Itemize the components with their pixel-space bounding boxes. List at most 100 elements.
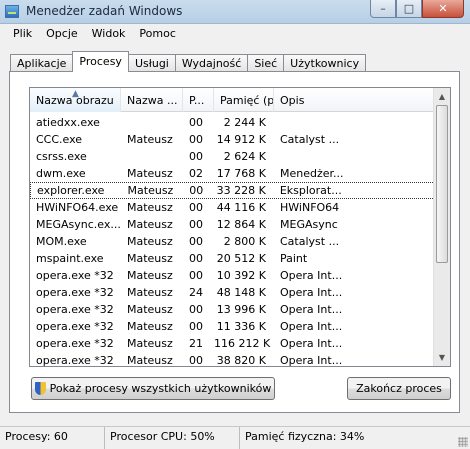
- scroll-down-icon[interactable]: ▼: [434, 349, 450, 366]
- scroll-up-icon[interactable]: ▲: [434, 88, 450, 105]
- table-row[interactable]: csrss.exe 00 2 624 K: [30, 148, 435, 165]
- cell-memory: 12 864 K: [216, 218, 266, 231]
- tab-strip: Aplikacje Procesy Usługi Wydajność Sieć …: [10, 51, 367, 72]
- cell-image: dwm.exe: [36, 167, 86, 180]
- cell-description: Opera Int...: [280, 269, 343, 282]
- cell-user: Mateusz: [127, 269, 173, 282]
- cell-description: Opera Int...: [280, 354, 343, 367]
- cell-cpu: 00: [189, 133, 203, 146]
- cell-description: MEGAsync: [280, 218, 338, 231]
- cell-description: Paint: [280, 252, 308, 265]
- cell-image: opera.exe *32: [36, 354, 114, 367]
- cell-description: Opera Int...: [280, 320, 343, 333]
- show-all-processes-button[interactable]: Pokaż procesy wszystkich użytkowników: [31, 377, 275, 400]
- cell-user: Mateusz: [127, 286, 173, 299]
- cell-user: Mateusz: [127, 235, 173, 248]
- cell-cpu: 00: [189, 218, 203, 231]
- table-row-selected[interactable]: explorer.exe Mateusz 00 33 228 K Eksplor…: [30, 182, 435, 199]
- cell-description: Opera Int...: [280, 337, 343, 350]
- cell-image: MEGAsync.ex...: [36, 218, 121, 231]
- cell-cpu: 00: [189, 320, 203, 333]
- tab-network[interactable]: Sieć: [247, 54, 285, 72]
- table-row[interactable]: CCC.exe Mateusz 00 14 912 K Catalyst ...: [30, 131, 435, 148]
- cell-memory: 20 512 K: [216, 252, 266, 265]
- sort-ascending-icon: ▲: [72, 89, 79, 99]
- table-row[interactable]: opera.exe *32 Mateusz 00 38 820 K Opera …: [30, 352, 435, 367]
- cell-cpu: 02: [189, 167, 203, 180]
- table-row[interactable]: MOM.exe Mateusz 00 2 800 K Catalyst ...: [30, 233, 435, 250]
- cell-memory: 48 148 K: [216, 286, 266, 299]
- table-row[interactable]: opera.exe *32 Mateusz 00 13 996 K Opera …: [30, 301, 435, 318]
- table-row[interactable]: mspaint.exe Mateusz 00 20 512 K Paint: [30, 250, 435, 267]
- column-user-name[interactable]: Nazwa ...: [121, 88, 183, 112]
- table-row[interactable]: MEGAsync.ex... Mateusz 00 12 864 K MEGAs…: [30, 216, 435, 233]
- cell-cpu: 00: [189, 252, 203, 265]
- cell-cpu: 00: [189, 269, 203, 282]
- table-row[interactable]: opera.exe *32 Mateusz 00 11 336 K Opera …: [30, 318, 435, 335]
- process-rows: atiedxx.exe 00 2 244 K CCC.exe Mateusz 0…: [30, 114, 435, 367]
- status-memory: Pamięć fizyczna: 34%: [245, 430, 365, 443]
- tab-services[interactable]: Usługi: [127, 54, 176, 72]
- cell-description: Menedżer...: [280, 167, 344, 180]
- cell-description: Opera Int...: [280, 286, 343, 299]
- close-button[interactable]: ✕: [422, 0, 464, 18]
- cell-cpu: 21: [189, 337, 203, 350]
- cell-cpu: 00: [189, 235, 203, 248]
- cell-description: Catalyst ...: [280, 235, 340, 248]
- cell-image: csrss.exe: [36, 150, 87, 163]
- task-manager-icon: [5, 5, 19, 18]
- cell-user: Mateusz: [127, 133, 173, 146]
- tab-users[interactable]: Użytkownicy: [283, 54, 367, 72]
- cell-cpu: 00: [189, 354, 203, 367]
- cell-memory: 38 820 K: [216, 354, 266, 367]
- status-processes: Procesy: 60: [0, 427, 105, 449]
- cell-memory: 2 624 K: [223, 150, 266, 163]
- table-row[interactable]: HWiNFO64.exe Mateusz 00 44 116 K HWiNFO6…: [30, 199, 435, 216]
- cell-cpu: 00: [189, 116, 203, 129]
- cell-user: Mateusz: [127, 184, 174, 197]
- menu-bar: Plik Opcje Widok Pomoc: [0, 24, 470, 44]
- table-row[interactable]: dwm.exe Mateusz 02 17 768 K Menedżer...: [30, 165, 435, 182]
- cell-user: Mateusz: [127, 218, 173, 231]
- table-row[interactable]: opera.exe *32 Mateusz 24 48 148 K Opera …: [30, 284, 435, 301]
- process-list[interactable]: ▲ Nazwa obrazu Nazwa ... P... Pamięć (p.…: [29, 87, 451, 367]
- column-memory[interactable]: Pamięć (p...: [214, 88, 274, 112]
- maximize-button[interactable]: □: [396, 0, 422, 18]
- cell-image: opera.exe *32: [36, 269, 114, 282]
- table-row[interactable]: opera.exe *32 Mateusz 21 116 212 K Opera…: [30, 335, 435, 352]
- cell-image: CCC.exe: [36, 133, 83, 146]
- cell-description: Catalyst ...: [280, 133, 340, 146]
- cell-image: opera.exe *32: [36, 337, 114, 350]
- cell-memory: 116 212 K: [214, 337, 271, 350]
- minimize-button[interactable]: –: [370, 0, 396, 18]
- column-image-name[interactable]: ▲ Nazwa obrazu: [30, 88, 121, 112]
- cell-description: Eksplorat...: [279, 184, 342, 197]
- cell-user: Mateusz: [127, 354, 173, 367]
- tab-applications[interactable]: Aplikacje: [10, 54, 74, 72]
- cell-image: MOM.exe: [36, 235, 87, 248]
- tab-performance[interactable]: Wydajność: [174, 54, 249, 72]
- cell-description: [274, 148, 435, 165]
- cell-user: Mateusz: [127, 252, 173, 265]
- cell-cpu: 24: [189, 286, 203, 299]
- table-row[interactable]: opera.exe *32 Mateusz 00 10 392 K Opera …: [30, 267, 435, 284]
- cell-memory: 2 800 K: [223, 235, 266, 248]
- table-row[interactable]: atiedxx.exe 00 2 244 K: [30, 114, 435, 131]
- tab-processes[interactable]: Procesy: [72, 51, 129, 72]
- vertical-scrollbar[interactable]: ▲ ▼: [433, 88, 450, 366]
- cell-user: Mateusz: [127, 337, 173, 350]
- column-description[interactable]: Opis: [274, 88, 435, 112]
- scrollbar-thumb[interactable]: [436, 105, 448, 263]
- menu-help[interactable]: Pomoc: [132, 24, 182, 44]
- column-cpu[interactable]: P...: [183, 88, 214, 112]
- menu-options[interactable]: Opcje: [39, 24, 85, 44]
- cell-description: [274, 114, 435, 131]
- cell-user: Mateusz: [127, 167, 173, 180]
- title-bar: Menedżer zadań Windows – □ ✕: [0, 0, 470, 24]
- cell-description: HWiNFO64: [280, 201, 340, 214]
- menu-view[interactable]: Widok: [85, 24, 133, 44]
- cell-description: Opera Int...: [280, 303, 343, 316]
- resize-grip-icon[interactable]: [458, 437, 468, 447]
- menu-file[interactable]: Plik: [6, 24, 39, 44]
- end-process-button[interactable]: Zakończ proces: [347, 377, 451, 400]
